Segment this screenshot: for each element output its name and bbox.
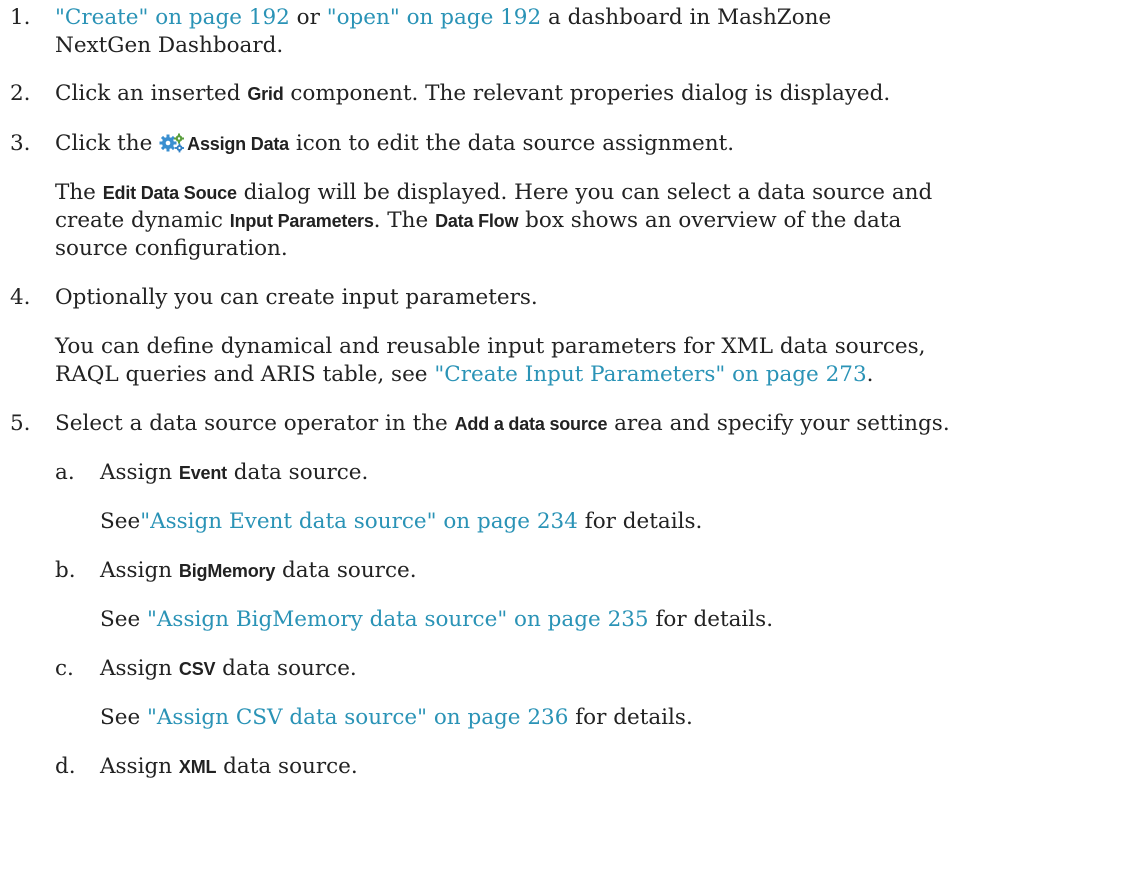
step-text: See (100, 705, 148, 730)
create-dashboard-link[interactable]: "Create" on page 192 (55, 5, 290, 30)
step-text: Assign (100, 558, 179, 583)
step-3-para-line3: source configuration. (55, 236, 288, 261)
step-text: or (289, 5, 327, 30)
step-number: 4. (10, 285, 31, 310)
step-text: . The (373, 208, 436, 233)
substep-b-text: Assign BigMemory data source. (100, 557, 417, 585)
step-text: dialog will be displayed. Here you can s… (236, 180, 933, 205)
step-4-para-line1: You can define dynamical and reusable in… (55, 334, 926, 359)
step-number: 2. (10, 81, 31, 106)
step-3-text: Click the Assign Data icon to edit the d… (55, 130, 734, 161)
substep-d-text: Assign XML data source. (100, 753, 358, 781)
assign-event-link[interactable]: "Assign Event data source" on page 234 (140, 509, 578, 534)
substep-a-text: Assign Event data source. (100, 459, 368, 487)
step-3-para-line2: create dynamic Input Parameters. The Dat… (55, 207, 901, 235)
step-text: Assign (100, 460, 179, 485)
step-text: for details. (568, 705, 693, 730)
substep-letter: d. (55, 754, 76, 779)
step-text: data source. (215, 656, 357, 681)
step-text: component. The relevant properies dialog… (283, 81, 891, 106)
substep-b-see: See "Assign BigMemory data source" on pa… (100, 606, 773, 634)
ui-term-data-flow: Data Flow (435, 211, 519, 231)
step-text: The (55, 180, 103, 205)
step-text: area and specify your settings. (607, 411, 950, 436)
ui-term-xml: XML (178, 757, 217, 777)
step-text: for details. (577, 509, 703, 534)
ui-term-event: Event (178, 463, 227, 483)
substep-letter: b. (55, 558, 76, 583)
step-1-text: "Create" on page 192 or "open" on page 1… (55, 4, 831, 32)
step-text: for details. (648, 607, 774, 632)
ui-term-grid: Grid (247, 84, 284, 104)
step-3-para-line1: The Edit Data Souce dialog will be displ… (55, 179, 932, 207)
assign-data-gear-icon (159, 133, 185, 161)
document-page: 1. "Create" on page 192 or "open" on pag… (0, 0, 1128, 871)
ui-term-add-data-source: Add a data source (454, 414, 608, 434)
step-4-para-line2: RAQL queries and ARIS table, see "Create… (55, 361, 874, 389)
step-text: See (100, 607, 148, 632)
ui-term-csv: CSV (178, 659, 216, 679)
substep-c-text: Assign CSV data source. (100, 655, 357, 683)
step-text: box shows an overview of the data (518, 208, 902, 233)
ui-term-bigmemory: BigMemory (178, 561, 276, 581)
step-text: RAQL queries and ARIS table, see (55, 362, 435, 387)
step-text: See (100, 509, 141, 534)
step-number: 1. (10, 5, 31, 30)
step-text: Assign (100, 754, 179, 779)
open-dashboard-link[interactable]: "open" on page 192 (327, 5, 541, 30)
step-4-text: Optionally you can create input paramete… (55, 285, 538, 310)
step-text: icon to edit the data source assignment. (288, 131, 735, 156)
ui-term-input-parameters: Input Parameters (229, 211, 374, 231)
step-2-text: Click an inserted Grid component. The re… (55, 80, 890, 108)
create-input-parameters-link[interactable]: "Create Input Parameters" on page 273 (434, 362, 866, 387)
step-text: data source. (216, 754, 358, 779)
step-text: data source. (226, 460, 369, 485)
step-number: 3. (10, 131, 31, 156)
step-text: . (866, 362, 874, 387)
assign-csv-link[interactable]: "Assign CSV data source" on page 236 (147, 705, 568, 730)
substep-letter: a. (55, 460, 75, 485)
step-5-text: Select a data source operator in the Add… (55, 410, 950, 438)
step-number: 5. (10, 411, 31, 436)
step-text: Select a data source operator in the (55, 411, 455, 436)
step-text: Assign (100, 656, 179, 681)
step-text: create dynamic (55, 208, 230, 233)
substep-letter: c. (55, 656, 74, 681)
step-text: data source. (275, 558, 417, 583)
step-text: a dashboard in MashZone (541, 5, 832, 30)
substep-c-see: See "Assign CSV data source" on page 236… (100, 704, 693, 732)
assign-bigmemory-link[interactable]: "Assign BigMemory data source" on page 2… (147, 607, 649, 632)
step-1-text-line2: NextGen Dashboard. (55, 33, 284, 58)
ui-term-edit-data-source: Edit Data Souce (102, 183, 237, 203)
step-text: Click the (55, 131, 160, 156)
substep-a-see: See"Assign Event data source" on page 23… (100, 508, 702, 536)
ui-term-assign-data: Assign Data (187, 134, 289, 154)
step-text: Click an inserted (55, 81, 248, 106)
